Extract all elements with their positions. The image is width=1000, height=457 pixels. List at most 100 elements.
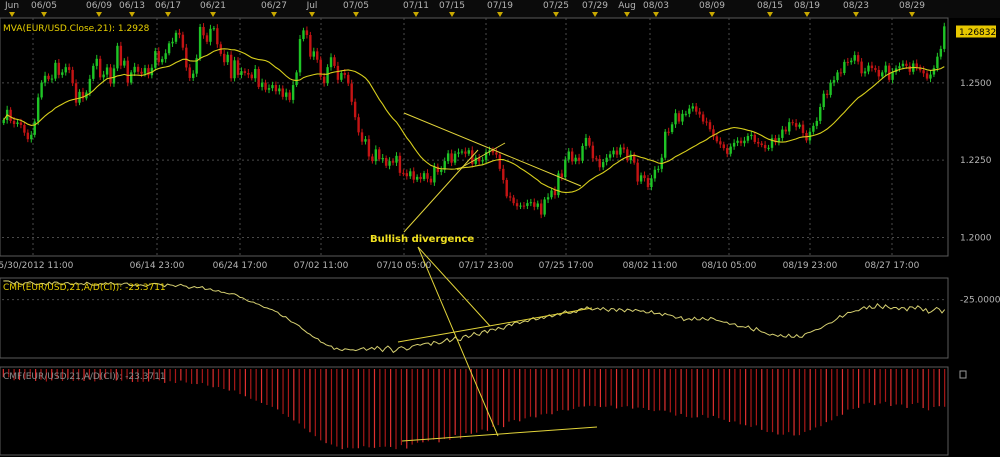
candle-body [898, 66, 901, 69]
candle-body [30, 134, 33, 140]
candle-body [236, 60, 240, 75]
candle-body [433, 166, 436, 183]
candle-body [867, 65, 870, 72]
top-date-label: 06/17 [155, 1, 181, 11]
top-date-axis: Jun 06/05 06/09 06/13 06/17 06/21 06/27 Jul 07/0… [0, 0, 1000, 18]
candle-body [278, 88, 281, 92]
candle-body [333, 57, 336, 66]
candle-body [908, 65, 912, 72]
candle-body [495, 152, 498, 155]
candle-body [932, 68, 936, 75]
bottom-date-label: 07/02 11:00 [294, 261, 349, 271]
candle-body [281, 88, 284, 97]
candle-body [732, 142, 736, 147]
candle-body [925, 73, 929, 79]
candle-body [446, 153, 450, 162]
bottom-date-label: 07/10 05:00 [377, 261, 432, 271]
candle-body [650, 178, 653, 188]
candle-body [312, 51, 316, 57]
candle-body [12, 120, 16, 125]
candle-body [154, 51, 157, 68]
candle-body [884, 65, 887, 73]
candle-body [519, 205, 522, 207]
candle-body [512, 197, 515, 204]
candle-body [746, 136, 750, 141]
candle-body [374, 149, 378, 162]
candle-body [185, 47, 188, 68]
candle-body [581, 145, 584, 161]
candle-body [98, 58, 102, 78]
top-date-label: 07/11 [403, 1, 429, 11]
price-tick-label: 1.2250 [960, 156, 992, 166]
bottom-date-label: 06/14 23:00 [130, 261, 185, 271]
candle-body [164, 53, 167, 60]
candle-body [901, 63, 905, 67]
candle-body [23, 124, 26, 133]
candle-body [577, 157, 581, 161]
candle-body [2, 120, 5, 124]
candle-body [691, 106, 694, 109]
candle-body [832, 80, 836, 83]
candle-body [212, 28, 216, 30]
bottom-date-label: 05/30/2012 11:00 [0, 261, 74, 271]
candle-body [285, 92, 288, 97]
candle-body [347, 74, 350, 84]
top-date-label: 08/09 [699, 1, 725, 11]
candle-body [19, 122, 23, 125]
top-date-label: 06/21 [200, 1, 226, 11]
candle-body [223, 53, 226, 63]
top-date-label: 07/15 [439, 1, 465, 11]
candle-body [615, 150, 619, 155]
candle-body [829, 82, 832, 95]
bottom-date-label: 08/27 17:00 [865, 261, 920, 271]
candle-body [905, 63, 908, 66]
last-price-label: 1.26832 [959, 28, 996, 38]
candle-body [67, 67, 71, 70]
candle-body [715, 136, 719, 142]
candle-body [202, 26, 205, 36]
candle-body [739, 140, 743, 144]
candle-body [440, 169, 443, 172]
candle-body [767, 147, 770, 149]
candle-body [412, 171, 415, 180]
candle-body [109, 67, 112, 84]
candle-body [760, 143, 763, 146]
candle-body [398, 155, 402, 173]
top-date-label: Aug [618, 1, 636, 11]
chart-canvas[interactable]: Jun 06/05 06/09 06/13 06/17 06/21 06/27 Jul 07/0… [0, 0, 1000, 457]
candle-body [198, 26, 202, 59]
candle-body [140, 71, 143, 74]
candle-body [681, 113, 684, 122]
top-date-label: 07/25 [543, 1, 569, 11]
candle-body [384, 158, 388, 166]
candle-body [794, 123, 798, 127]
candle-body [450, 153, 453, 163]
candle-body [54, 62, 57, 79]
candle-body [460, 151, 464, 153]
top-date-label: 07/19 [487, 1, 513, 11]
candle-body [274, 85, 278, 92]
candle-body [701, 114, 705, 122]
candle-body [388, 161, 391, 166]
candle-body [360, 132, 364, 142]
candle-body [405, 173, 409, 177]
candle-body [605, 157, 608, 163]
candle-body [188, 67, 191, 78]
candle-body [260, 82, 264, 87]
candle-body [467, 150, 471, 154]
candle-body [839, 72, 843, 74]
candle-body [174, 32, 178, 42]
candle-body [543, 199, 546, 215]
candle-body [395, 155, 398, 163]
candle-body [178, 32, 181, 35]
candle-body [677, 113, 681, 122]
candle-body [584, 137, 588, 146]
bottom-date-label: 07/25 17:00 [539, 261, 594, 271]
candle-body [536, 203, 539, 207]
candle-body [340, 73, 343, 80]
candle-body [688, 108, 691, 114]
candle-body [129, 72, 133, 83]
candle-body [601, 162, 605, 168]
candle-body [791, 122, 794, 124]
candle-body [92, 65, 95, 79]
